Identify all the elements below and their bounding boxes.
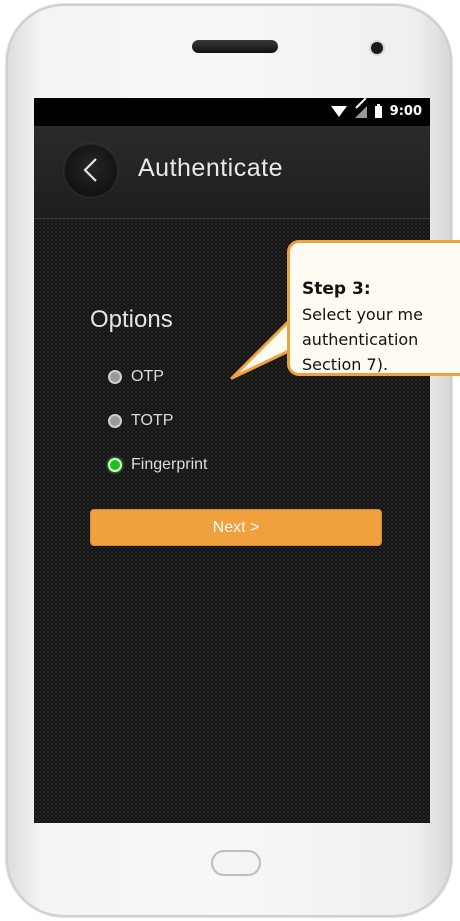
option-otp[interactable]: OTP: [108, 368, 164, 386]
option-totp[interactable]: TOTP: [108, 412, 173, 430]
options-heading: Options: [90, 306, 173, 333]
option-label: OTP: [131, 368, 164, 385]
wifi-icon: [330, 106, 347, 117]
status-bar: 9:00: [34, 98, 430, 126]
page-title: Authenticate: [138, 154, 283, 182]
tutorial-callout: Step 3: Select your me authentication Se…: [287, 240, 460, 376]
app-bar: Authenticate: [34, 126, 430, 219]
back-chevron-icon: [83, 158, 97, 182]
callout-title: Step 3:: [302, 279, 371, 299]
signal-icon: [354, 105, 367, 118]
callout-line: Section 7).: [302, 355, 389, 374]
next-button[interactable]: Next >: [90, 509, 382, 546]
battery-icon: [374, 103, 382, 118]
radio-totp[interactable]: [108, 414, 122, 428]
option-label: TOTP: [131, 412, 174, 429]
back-button[interactable]: [64, 143, 118, 197]
callout-line: Select your me: [302, 305, 423, 324]
home-button[interactable]: [211, 850, 261, 876]
front-camera: [371, 42, 383, 54]
option-fingerprint[interactable]: Fingerprint: [108, 456, 207, 474]
app-screen: 9:00 Authenticate Options OTP TOTP Finge…: [34, 98, 430, 823]
callout-line: authentication: [302, 330, 419, 349]
earpiece-speaker: [192, 40, 278, 53]
status-time: 9:00: [389, 104, 422, 119]
radio-fingerprint[interactable]: [108, 458, 122, 472]
option-label: Fingerprint: [131, 456, 208, 473]
radio-otp[interactable]: [108, 370, 122, 384]
